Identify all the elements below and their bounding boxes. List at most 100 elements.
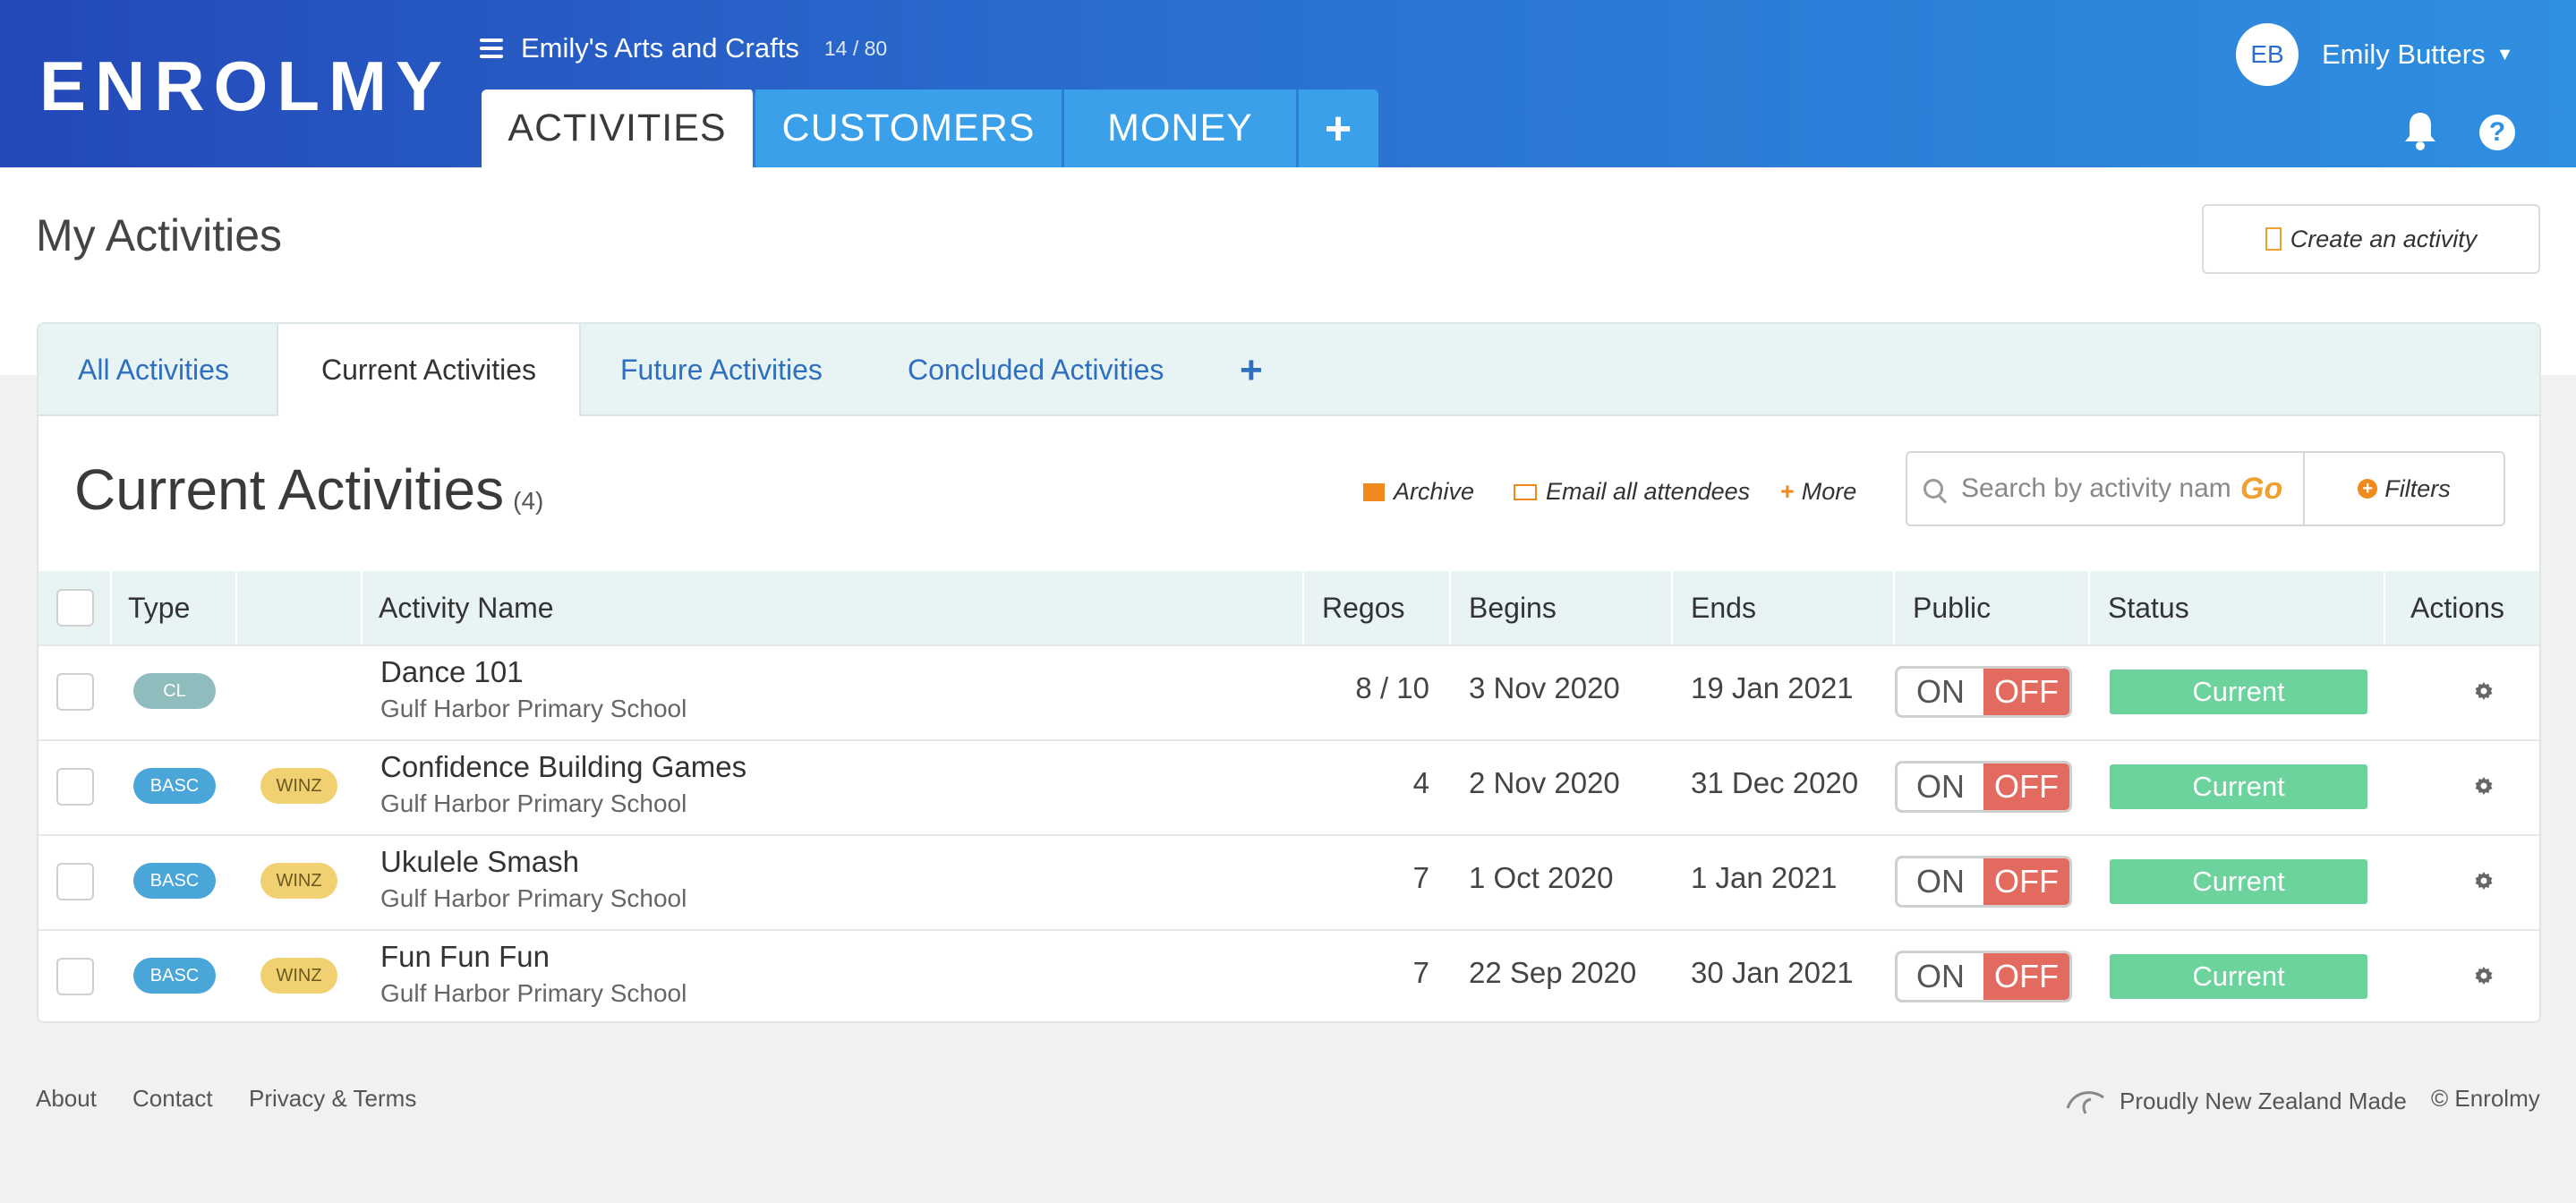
- type-badge: BASC: [133, 863, 216, 899]
- gear-icon[interactable]: [2473, 870, 2495, 892]
- tag-badge: WINZ: [260, 863, 337, 899]
- bell-icon[interactable]: [2402, 111, 2438, 150]
- search-input[interactable]: [1959, 473, 2231, 505]
- plus-circle-icon: +: [2358, 479, 2378, 499]
- footer-contact-link[interactable]: Contact: [132, 1085, 213, 1113]
- footer-made-text: Proudly New Zealand Made: [2120, 1087, 2407, 1114]
- regos-cell: 8 / 10: [1355, 671, 1429, 704]
- add-tab-button[interactable]: +: [1240, 324, 1263, 416]
- fern-icon: [2066, 1091, 2104, 1114]
- activity-name-cell[interactable]: Dance 101 Gulf Harbor Primary School: [380, 655, 687, 723]
- org-count: 14 / 80: [823, 36, 888, 60]
- row-checkbox[interactable]: [56, 673, 94, 711]
- page-title: My Activities: [36, 210, 283, 260]
- toggle-on[interactable]: ON: [1898, 858, 1983, 905]
- toggle-off[interactable]: OFF: [1983, 953, 2069, 1000]
- ends-cell: 19 Jan 2021: [1691, 671, 1854, 704]
- column-divider: [1449, 571, 1451, 644]
- begins-cell: 1 Oct 2020: [1469, 861, 1614, 894]
- table-row[interactable]: BASC WINZ Fun Fun Fun Gulf Harbor Primar…: [38, 929, 2539, 1021]
- tab-future-activities[interactable]: Future Activities: [620, 324, 823, 416]
- plus-icon: +: [1780, 478, 1795, 505]
- activity-name[interactable]: Dance 101: [380, 655, 524, 689]
- tab-concluded-activities[interactable]: Concluded Activities: [908, 324, 1164, 416]
- envelope-icon: [1514, 483, 1537, 500]
- email-all-button[interactable]: Email all attendees: [1514, 478, 1750, 506]
- nav-add-button[interactable]: +: [1299, 90, 1378, 167]
- activity-subtabs: All Activities Current Activities Future…: [38, 324, 2539, 416]
- column-divider: [2088, 571, 2090, 644]
- filters-label: Filters: [2384, 474, 2451, 502]
- header-status[interactable]: Status: [2108, 571, 2189, 644]
- public-toggle[interactable]: ON OFF: [1895, 761, 2072, 813]
- table-row[interactable]: BASC WINZ Ukulele Smash Gulf Harbor Prim…: [38, 834, 2539, 927]
- toggle-on[interactable]: ON: [1898, 953, 1983, 1000]
- activity-venue: Gulf Harbor Primary School: [380, 979, 687, 1007]
- header-regos[interactable]: Regos: [1322, 571, 1405, 644]
- section-count: (4): [513, 487, 544, 515]
- nav-tab-money[interactable]: MONEY: [1064, 90, 1299, 167]
- row-checkbox[interactable]: [56, 768, 94, 806]
- gear-icon[interactable]: [2473, 680, 2495, 702]
- public-toggle[interactable]: ON OFF: [1895, 666, 2072, 718]
- activity-name[interactable]: Fun Fun Fun: [380, 940, 550, 974]
- activity-name[interactable]: Confidence Building Games: [380, 750, 746, 784]
- row-checkbox[interactable]: [56, 863, 94, 900]
- type-badge: BASC: [133, 958, 216, 994]
- activity-search: Go: [1906, 451, 2305, 526]
- archive-button[interactable]: Archive: [1363, 478, 1474, 506]
- activity-name-cell[interactable]: Fun Fun Fun Gulf Harbor Primary School: [380, 940, 687, 1008]
- table-row[interactable]: CL Dance 101 Gulf Harbor Primary School …: [38, 644, 2539, 738]
- nav-tab-customers[interactable]: CUSTOMERS: [755, 90, 1064, 167]
- ends-cell: 30 Jan 2021: [1691, 956, 1854, 989]
- select-all-checkbox[interactable]: [56, 589, 94, 627]
- gear-icon[interactable]: [2473, 775, 2495, 797]
- column-divider: [110, 571, 112, 644]
- footer-privacy-link[interactable]: Privacy & Terms: [249, 1085, 416, 1113]
- tag-badge: WINZ: [260, 768, 337, 804]
- activity-name[interactable]: Ukulele Smash: [380, 845, 579, 879]
- header-ends[interactable]: Ends: [1691, 571, 1756, 644]
- hamburger-menu-icon[interactable]: [480, 38, 503, 58]
- user-menu[interactable]: EB Emily Butters ▼: [2236, 23, 2513, 86]
- tab-all-activities[interactable]: All Activities: [78, 324, 229, 416]
- public-toggle[interactable]: ON OFF: [1895, 856, 2072, 908]
- footer-about-link[interactable]: About: [36, 1085, 97, 1113]
- create-activity-button[interactable]: Create an activity: [2202, 204, 2540, 274]
- nav-tab-activities[interactable]: ACTIVITIES: [482, 90, 755, 167]
- more-button[interactable]: + More: [1780, 478, 1856, 506]
- create-activity-label: Create an activity: [2290, 225, 2478, 252]
- activity-name-cell[interactable]: Confidence Building Games Gulf Harbor Pr…: [380, 750, 746, 818]
- activity-venue: Gulf Harbor Primary School: [380, 884, 687, 912]
- toggle-off[interactable]: OFF: [1983, 669, 2069, 715]
- regos-cell: 4: [1412, 766, 1429, 799]
- toggle-off[interactable]: OFF: [1983, 858, 2069, 905]
- help-icon[interactable]: ?: [2479, 115, 2515, 150]
- footer-made-in-nz: Proudly New Zealand Made: [2064, 1085, 2407, 1117]
- row-checkbox[interactable]: [56, 958, 94, 995]
- toggle-on[interactable]: ON: [1898, 764, 1983, 810]
- go-button[interactable]: Go: [2240, 472, 2282, 507]
- gear-icon[interactable]: [2473, 965, 2495, 986]
- enrolmy-logo[interactable]: ENROLMY: [39, 50, 451, 122]
- toggle-off[interactable]: OFF: [1983, 764, 2069, 810]
- org-switcher[interactable]: Emily's Arts and Crafts 14 / 80: [480, 32, 887, 64]
- ends-cell: 31 Dec 2020: [1691, 766, 1859, 799]
- header-public[interactable]: Public: [1913, 571, 1991, 644]
- header-begins[interactable]: Begins: [1469, 571, 1557, 644]
- type-badge: CL: [133, 673, 216, 709]
- table-row[interactable]: BASC WINZ Confidence Building Games Gulf…: [38, 739, 2539, 832]
- filters-button[interactable]: + Filters: [2303, 451, 2505, 526]
- more-label: More: [1801, 478, 1857, 505]
- toggle-on[interactable]: ON: [1898, 669, 1983, 715]
- section-title-text: Current Activities: [74, 457, 505, 522]
- header-activity-name[interactable]: Activity Name: [379, 571, 554, 644]
- activity-name-cell[interactable]: Ukulele Smash Gulf Harbor Primary School: [380, 845, 687, 913]
- activity-venue: Gulf Harbor Primary School: [380, 695, 687, 722]
- activities-panel: All Activities Current Activities Future…: [37, 322, 2541, 1023]
- avatar: EB: [2236, 23, 2299, 86]
- regos-cell: 7: [1412, 956, 1429, 989]
- tab-current-activities[interactable]: Current Activities: [277, 324, 581, 416]
- public-toggle[interactable]: ON OFF: [1895, 951, 2072, 1002]
- column-divider: [1671, 571, 1673, 644]
